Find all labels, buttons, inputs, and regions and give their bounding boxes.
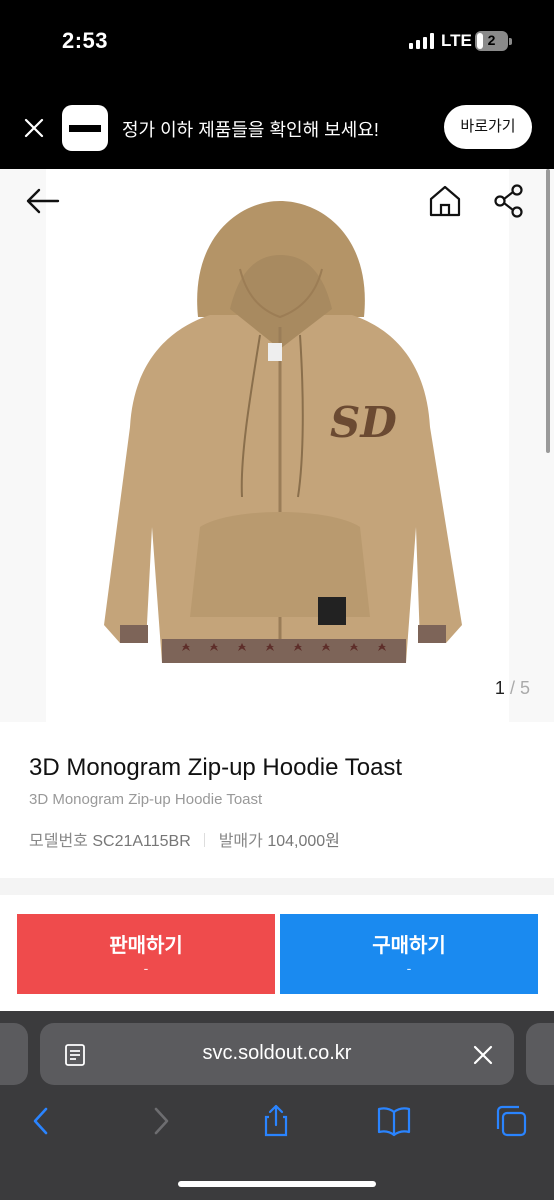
gallery-counter: 1 / 5 [495,678,530,699]
tabs-icon[interactable] [493,1103,529,1139]
product-gallery[interactable]: SD 1 / 5 [0,169,554,722]
status-time: 2:53 [62,28,109,53]
page-viewport: SD 1 / 5 3D Monogram Zip-up Hoodie Toast… [0,169,554,1011]
close-icon[interactable] [470,1042,496,1068]
page-scrollbar[interactable] [546,169,550,453]
status-bar: 2:53 LTE 2 [0,0,554,88]
svg-text:SD: SD [330,398,397,447]
sell-button[interactable]: 판매하기 - [17,914,275,994]
section-divider [0,878,554,895]
buy-button[interactable]: 구매하기 - [280,914,538,994]
product-image: SD [104,201,462,663]
book-icon[interactable] [376,1103,412,1139]
signal-icon [409,33,435,49]
close-icon[interactable] [22,116,46,140]
meta-divider [204,833,206,847]
url-text: svc.soldout.co.kr [202,1042,352,1064]
chevron-right-icon[interactable] [142,1103,178,1139]
app-logo [62,105,108,151]
release-price-value: 104,000원 [267,833,340,850]
product-meta: 모델번호 SC21A115BR 발매가 104,000원 [29,827,340,851]
sell-button-label: 판매하기 [109,935,183,957]
buy-button-price: - [406,960,412,976]
share-icon[interactable] [488,181,530,221]
gallery-separator: / [509,678,515,698]
product-subtitle: 3D Monogram Zip-up Hoodie Toast [29,791,263,808]
promo-banner: 정가 이하 제품들을 확인해 보세요! 바로가기 [0,88,554,169]
back-arrow-icon[interactable] [22,181,62,221]
address-bar[interactable]: svc.soldout.co.kr [40,1023,514,1085]
product-title: 3D Monogram Zip-up Hoodie Toast [29,754,403,781]
browser-toolbar: svc.soldout.co.kr [0,1011,554,1200]
model-label: 모델번호 [29,833,88,850]
next-tab-preview[interactable] [526,1023,554,1085]
banner-message: 정가 이하 제품들을 확인해 보세요! [122,120,379,140]
home-indicator[interactable] [178,1181,376,1187]
previous-tab-preview[interactable] [0,1023,28,1085]
model-value: SC21A115BR [92,833,191,850]
gallery-current: 1 [494,678,505,698]
product-info: 3D Monogram Zip-up Hoodie Toast 3D Monog… [0,722,554,878]
battery-icon: 2 [475,31,512,51]
banner-cta-button[interactable]: 바로가기 [444,105,532,149]
sell-button-price: - [143,960,149,976]
buy-button-label: 구매하기 [372,935,446,957]
release-price-label: 발매가 [218,833,263,850]
gallery-total: 5 [519,678,530,698]
share-icon[interactable] [258,1103,294,1139]
battery-level: 2 [487,32,496,48]
chevron-left-icon[interactable] [24,1103,60,1139]
network-type: LTE [441,31,472,50]
